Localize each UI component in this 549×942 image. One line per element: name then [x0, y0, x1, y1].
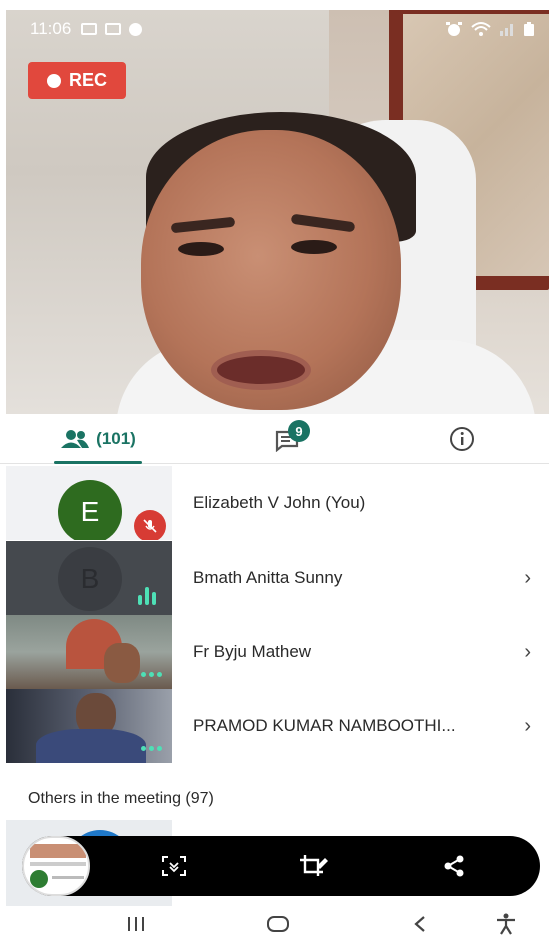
- chat-unread-badge: 9: [288, 420, 310, 442]
- screenshot-toolbar: [22, 836, 540, 896]
- wifi-icon: [471, 22, 491, 36]
- main-video[interactable]: 11:06 REC: [6, 10, 549, 414]
- battery-icon: [524, 22, 534, 36]
- scroll-capture-icon[interactable]: [154, 836, 194, 896]
- speaking-indicator-icon: [138, 587, 156, 605]
- participant-name: Bmath Anitta Sunny: [193, 568, 343, 587]
- more-icon: [141, 672, 162, 677]
- status-bar: 11:06: [6, 10, 549, 48]
- people-count: (101): [96, 429, 136, 448]
- crop-edit-icon[interactable]: [294, 836, 334, 896]
- mic-off-icon: [134, 510, 166, 540]
- chevron-right-icon: ›: [524, 566, 531, 589]
- others-header: Others in the meeting (97): [28, 790, 214, 807]
- person-head: [104, 643, 140, 683]
- back-icon[interactable]: [400, 906, 440, 942]
- home-icon[interactable]: [258, 906, 298, 942]
- participant-name: Fr Byju Mathew: [193, 642, 312, 661]
- system-nav-bar: [0, 906, 549, 942]
- screenshot-preview[interactable]: [22, 836, 90, 896]
- participant-thumbnail: E: [6, 466, 172, 540]
- tab-info[interactable]: [442, 414, 482, 464]
- participant-video: [6, 615, 172, 689]
- chevron-right-icon: ›: [524, 714, 531, 737]
- more-icon: [141, 746, 162, 751]
- record-dot-icon: [46, 73, 61, 88]
- info-icon: [450, 427, 474, 451]
- participant-row[interactable]: E Elizabeth V John (You): [0, 466, 549, 540]
- people-icon: [61, 430, 90, 448]
- participant-row[interactable]: Fr Byju Mathew ›: [0, 615, 549, 689]
- mouth: [211, 350, 311, 390]
- rec-label: REC: [68, 70, 107, 90]
- eye-right: [291, 240, 337, 254]
- image-icon: [81, 23, 98, 35]
- chevron-right-icon: ›: [524, 640, 531, 663]
- active-tab-indicator: [54, 461, 142, 464]
- tab-people[interactable]: (101): [52, 414, 144, 464]
- keyboard-icon: [105, 23, 122, 35]
- eye-left: [178, 242, 224, 256]
- participant-thumbnail: B: [6, 541, 172, 615]
- tab-chat[interactable]: 9: [258, 414, 318, 464]
- signal-icon: [500, 24, 513, 36]
- alarm-icon: [446, 22, 462, 36]
- avatar: E: [58, 480, 122, 540]
- recording-badge: REC: [28, 62, 126, 99]
- share-icon[interactable]: [434, 836, 474, 896]
- recent-apps-icon[interactable]: [116, 906, 156, 942]
- participant-row[interactable]: PRAMOD KUMAR NAMBOOTHI... ›: [0, 689, 549, 763]
- person-shirt: [36, 729, 146, 763]
- screen: 11:06 REC (101) 9 E Elizabeth V John (Yo…: [0, 0, 549, 942]
- participant-row[interactable]: B Bmath Anitta Sunny ›: [0, 541, 549, 615]
- accessibility-icon[interactable]: [486, 906, 526, 942]
- chat-bubble-icon: [129, 22, 143, 36]
- avatar: B: [58, 547, 122, 611]
- participant-video: [6, 689, 172, 763]
- status-time: 11:06: [30, 19, 72, 38]
- participant-name: Elizabeth V John (You): [193, 493, 366, 512]
- tab-bar: (101) 9: [0, 414, 549, 464]
- participant-name: PRAMOD KUMAR NAMBOOTHI...: [193, 716, 456, 735]
